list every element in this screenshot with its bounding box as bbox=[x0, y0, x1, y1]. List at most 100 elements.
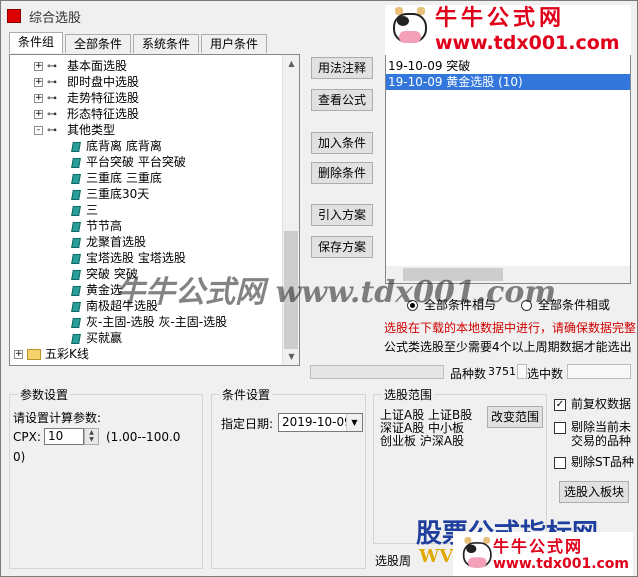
period-label: 选股周 bbox=[375, 554, 412, 568]
bottom-watermark-partial: WV bbox=[419, 546, 454, 567]
list-hscrollbar[interactable] bbox=[386, 266, 630, 283]
radio-and-dot[interactable] bbox=[407, 300, 418, 311]
adjust-checkbox[interactable]: ✓ bbox=[554, 398, 566, 411]
radio-or-dot[interactable] bbox=[521, 300, 532, 311]
tree-scrollbar[interactable]: ▲ ▼ bbox=[282, 55, 299, 365]
tree-item-label: 三重底30天 bbox=[86, 187, 150, 201]
formula-gem-icon bbox=[71, 269, 81, 280]
formula-gem-icon bbox=[71, 221, 81, 232]
key-icon: ⊶ bbox=[47, 60, 57, 72]
tree-leaf-item[interactable]: 节节高 bbox=[71, 218, 122, 234]
radio-and[interactable]: 全部条件相与 bbox=[407, 296, 496, 313]
chevron-down-icon[interactable]: ▼ bbox=[346, 414, 362, 431]
tab-strip: 条件组 全部条件 系统条件 用户条件 bbox=[9, 32, 269, 54]
formula-gem-icon bbox=[71, 237, 81, 248]
formula-gem-icon bbox=[71, 189, 81, 200]
tree-group-item[interactable]: - ⊶ 其他类型 bbox=[34, 122, 115, 138]
radio-or-label: 全部条件相或 bbox=[538, 298, 611, 312]
expand-icon[interactable]: + bbox=[34, 78, 43, 87]
radio-and-label: 全部条件相与 bbox=[424, 298, 497, 312]
param-value-input[interactable]: 10 bbox=[44, 428, 84, 445]
key-icon: ⊶ bbox=[47, 76, 57, 88]
tree-leaf-item[interactable]: 三重底30天 bbox=[71, 186, 150, 202]
delete-condition-button[interactable]: 删除条件 bbox=[311, 162, 373, 184]
tree-leaf-item[interactable]: 龙聚首选股 bbox=[71, 234, 147, 250]
tree-leaf-item[interactable]: 突破 突破 bbox=[71, 266, 138, 282]
tree-group-item[interactable]: + ⊶ 即时盘中选股 bbox=[34, 74, 139, 90]
radio-or[interactable]: 全部条件相或 bbox=[521, 296, 610, 313]
tree-leaf-item[interactable]: 买就赢 bbox=[71, 330, 122, 346]
app-icon bbox=[7, 9, 21, 23]
tree-item-label: 龙聚首选股 bbox=[86, 235, 147, 249]
tab-all-conditions[interactable]: 全部条件 bbox=[65, 34, 132, 53]
tree-item-label: 其他类型 bbox=[67, 123, 116, 137]
top-logo-url: www.tdx001.com bbox=[435, 32, 620, 54]
tree-group-item[interactable]: + ⊶ 形态特征选股 bbox=[34, 106, 139, 122]
bottom-logo-url: www.tdx001.com bbox=[493, 555, 630, 572]
tree-leaf-item[interactable]: 黄金选 bbox=[71, 282, 122, 298]
exclude-unlisted-checkbox[interactable] bbox=[554, 421, 566, 434]
tree-leaf-item[interactable]: 三 bbox=[71, 202, 98, 218]
date-select[interactable]: 2019-10-09 ▼ bbox=[278, 413, 363, 432]
tree-group-item[interactable]: + ⊶ 基本面选股 bbox=[34, 58, 127, 74]
top-logo-title: 牛牛公式网 bbox=[435, 6, 566, 31]
change-range-button[interactable]: 改变范围 bbox=[487, 406, 543, 428]
tree-item-label: 基本面选股 bbox=[67, 59, 128, 73]
tree-leaf-item[interactable]: 宝塔选股 宝塔选股 bbox=[71, 250, 186, 266]
view-formula-button[interactable]: 查看公式 bbox=[311, 89, 373, 111]
exclude-unlisted-option[interactable]: 剔除当前未 交易的品种 bbox=[554, 420, 631, 448]
range-list: 上证A股 上证B股 深证A股 中小板 创业板 沪深A股 bbox=[380, 409, 472, 448]
tree-item-label: 灰-主固-选股 灰-主固-选股 bbox=[86, 315, 228, 329]
condition-list-item[interactable]: 19-10-09 突破 bbox=[386, 58, 630, 74]
tree-leaf-item[interactable]: 底背离 底背离 bbox=[71, 138, 162, 154]
expand-icon[interactable]: + bbox=[34, 62, 43, 71]
tree-item-label: 形态特征选股 bbox=[67, 107, 140, 121]
tree-leaf-item[interactable]: 南极超牛选股 bbox=[71, 298, 158, 314]
tab-system-conditions[interactable]: 系统条件 bbox=[133, 34, 200, 53]
import-plan-button[interactable]: 引入方案 bbox=[311, 204, 373, 226]
window-title: 综合选股 bbox=[29, 10, 82, 26]
count-value: 3751 bbox=[488, 365, 516, 378]
condition-settings-legend: 条件设置 bbox=[220, 386, 273, 403]
scroll-down-icon[interactable]: ▼ bbox=[283, 348, 299, 365]
formula-gem-icon bbox=[71, 173, 81, 184]
scroll-thumb[interactable] bbox=[284, 231, 298, 349]
exclude-st-option[interactable]: 剔除ST品种 bbox=[554, 455, 634, 469]
expand-icon[interactable]: + bbox=[14, 350, 23, 359]
formula-gem-icon bbox=[71, 205, 81, 216]
add-to-block-button[interactable]: 选股入板块 bbox=[559, 481, 629, 503]
top-logo-text: 牛牛公式网 www.tdx001.com bbox=[435, 6, 620, 54]
exclude-st-label: 剔除ST品种 bbox=[571, 455, 634, 469]
adjust-option[interactable]: ✓ 前复权数据 bbox=[554, 397, 631, 411]
expand-icon[interactable]: + bbox=[34, 110, 43, 119]
exclude-st-checkbox[interactable] bbox=[554, 456, 566, 469]
add-condition-button[interactable]: 加入条件 bbox=[311, 132, 373, 154]
collapse-icon[interactable]: - bbox=[34, 126, 43, 135]
condition-tree[interactable]: + ⊶ 基本面选股 + ⊶ 即时盘中选股 + ⊶ 走势特征选股 + ⊶ 形态特征选股 - ⊶ 其他类型 底背离… bbox=[9, 54, 300, 366]
progress-bar bbox=[310, 365, 444, 379]
hscroll-thumb[interactable] bbox=[403, 268, 503, 281]
key-icon: ⊶ bbox=[47, 124, 57, 136]
tree-leaf-item[interactable]: 灰-主固-选股 灰-主固-选股 bbox=[71, 314, 228, 330]
tree-leaf-item[interactable]: 平台突破 平台突破 bbox=[71, 154, 186, 170]
tree-group-item[interactable]: + ⊶ 走势特征选股 bbox=[34, 90, 139, 106]
condition-list-item-selected[interactable]: 19-10-09 黄金选股 (10) bbox=[386, 74, 630, 90]
scroll-up-icon[interactable]: ▲ bbox=[283, 55, 299, 72]
usage-button[interactable]: 用法注释 bbox=[311, 57, 373, 79]
expand-icon[interactable]: + bbox=[34, 94, 43, 103]
tab-condition-group[interactable]: 条件组 bbox=[9, 32, 64, 53]
tab-user-conditions[interactable]: 用户条件 bbox=[201, 34, 268, 53]
date-label: 指定日期: bbox=[221, 417, 274, 431]
folder-icon bbox=[27, 349, 41, 360]
condition-settings-group: 条件设置 指定日期: 2019-10-09 ▼ bbox=[211, 386, 366, 569]
tree-item-label: 平台突破 平台突破 bbox=[86, 155, 186, 169]
cow-logo-icon bbox=[385, 7, 435, 53]
tree-leaf-item[interactable]: 三重底 三重底 bbox=[71, 170, 162, 186]
save-plan-button[interactable]: 保存方案 bbox=[311, 236, 373, 258]
param-spinner[interactable]: ▲ ▼ bbox=[84, 428, 99, 445]
formula-gem-icon bbox=[71, 285, 81, 296]
params-prompt: 请设置计算参数: bbox=[13, 411, 102, 425]
tree-item-label: 宝塔选股 宝塔选股 bbox=[86, 251, 186, 265]
selected-conditions-list[interactable]: 19-10-09 突破 19-10-09 黄金选股 (10) bbox=[385, 54, 631, 284]
tree-folder-item[interactable]: + 五彩K线 bbox=[14, 346, 89, 362]
